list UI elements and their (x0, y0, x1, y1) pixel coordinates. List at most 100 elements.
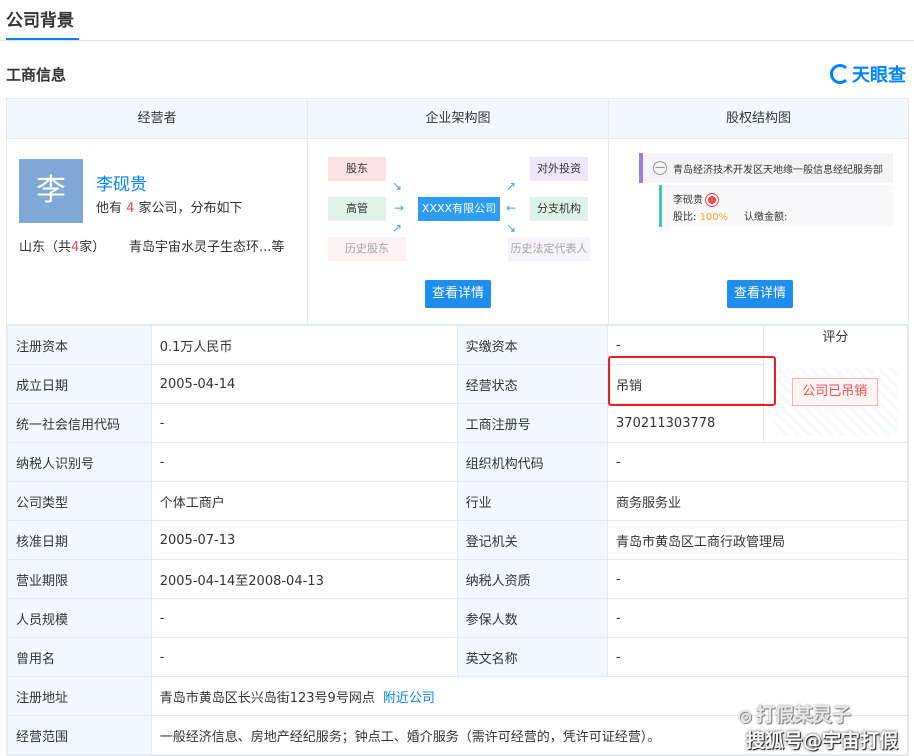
row-label: 参保人数 (456, 598, 609, 638)
avatar[interactable]: 李 (19, 159, 83, 223)
table-row: 营业期限 2005-04-14至2008-04-13 纳税人资质 - (7, 559, 908, 599)
watermark-text1: 打假某灵子 (755, 704, 851, 726)
view-structure-detail-button[interactable]: 查看详情 (425, 280, 491, 308)
business-info-card: 经营者 企业架构图 股权结构图 李 李砚贵 他有 4 家公司，分布如下 山东（共… (6, 98, 909, 756)
row-value: - (150, 637, 458, 677)
arrow-down-right-icon: ↘ (392, 179, 403, 193)
address-value: 青岛市黄岛区长兴岛街123号9号网点 (159, 690, 375, 706)
row-label: 核准日期 (7, 520, 152, 560)
row-label: 营业期限 (7, 559, 152, 599)
equity-amount-label: 认缴金额: (744, 212, 788, 223)
row-value: 370211303778 (607, 403, 764, 443)
row-value: - (607, 559, 908, 599)
row-label: 经营范围 (7, 715, 152, 755)
table-row: 曾用名 - 英文名称 - (7, 637, 908, 677)
equity-panel: — 青岛经济技术开发区天地缘一般信息经纪服务部 李砚贵 股比: 100% 认缴金… (609, 139, 908, 325)
card-header-row: 经营者 企业架构图 股权结构图 (7, 99, 908, 139)
region-prefix: 山东（共 (19, 240, 72, 255)
table-row: 核准日期 2005-07-13 登记机关 青岛市黄岛区工商行政管理局 (7, 520, 908, 560)
row-label: 登记机关 (456, 520, 609, 560)
watermark-line1: ◎ 打假某灵子 (738, 700, 851, 727)
operator-company-link[interactable]: 青岛宇宙水灵子生态环...等 (129, 236, 284, 255)
row-value: - (607, 637, 908, 677)
row-label: 经营状态 (456, 364, 609, 404)
row-value: 2005-04-14 (150, 364, 458, 404)
chip-manager: 高管 (328, 197, 386, 221)
row-value: 商务服务业 (607, 481, 908, 521)
equity-person: 李砚贵 (673, 191, 718, 206)
score-cell: 评分 公司已吊销 (762, 325, 909, 443)
tianyancha-logo: 天眼查 (830, 61, 906, 87)
arrow-up-right-icon: ↗ (392, 221, 403, 235)
ratio-label: 股比: (673, 212, 697, 223)
collapse-icon[interactable]: — (653, 161, 667, 175)
header-operator: 经营者 (7, 99, 308, 139)
row-label: 工商注册号 (456, 403, 609, 443)
tab-divider (0, 40, 914, 41)
row-label: 实缴资本 (456, 325, 609, 365)
row-value: 个体工商户 (150, 481, 458, 521)
arrow-up-right-icon: ↗ (506, 179, 517, 193)
region-suffix: 家） (79, 240, 106, 255)
chip-history-rep: 历史法定代表人 (508, 237, 590, 261)
operator-panel: 李 李砚贵 他有 4 家公司，分布如下 山东（共4家） 青岛宇宙水灵子生态环..… (7, 139, 308, 325)
nearby-companies-link[interactable]: 附近公司 (383, 691, 435, 706)
equity-person-name[interactable]: 李砚贵 (673, 195, 703, 206)
row-value: 2005-07-13 (150, 520, 458, 560)
arrow-left-icon: ← (506, 201, 517, 215)
row-value: - (150, 442, 458, 482)
equity-company-name: 青岛经济技术开发区天地缘一般信息经纪服务部 (673, 165, 883, 176)
score-label: 评分 (822, 330, 849, 345)
panel-row: 李 李砚贵 他有 4 家公司，分布如下 山东（共4家） 青岛宇宙水灵子生态环..… (7, 139, 908, 325)
table-row: 公司类型 个体工商户 行业 商务服务业 (7, 481, 908, 521)
row-label: 统一社会信用代码 (7, 403, 152, 443)
view-equity-detail-button[interactable]: 查看详情 (727, 280, 793, 308)
row-label: 注册资本 (7, 325, 152, 365)
chip-investment: 对外投资 (530, 157, 588, 181)
ratio-value: 100% (699, 212, 729, 223)
arrow-down-right-icon: ↘ (506, 221, 517, 235)
logo-text: 天眼查 (852, 65, 906, 86)
row-value: - (150, 598, 458, 638)
table-row: 纳税人识别号 - 组织机构代码 - (7, 442, 908, 482)
row-label: 纳税人识别号 (7, 442, 152, 482)
revoked-stamp: 公司已吊销 (791, 378, 878, 406)
logo-mark-icon (830, 64, 850, 84)
equity-ratio: 股比: 100% (673, 208, 728, 223)
section-title: 工商信息 (6, 66, 67, 84)
header-equity: 股权结构图 (725, 111, 791, 126)
row-label: 英文名称 (456, 637, 609, 677)
row-label: 注册地址 (7, 676, 152, 716)
row-label: 曾用名 (7, 637, 152, 677)
tab-company-background[interactable]: 公司背景 (6, 6, 74, 31)
table-row: 人员规模 - 参保人数 - (7, 598, 908, 638)
row-label: 人员规模 (7, 598, 152, 638)
row-value: 青岛市黄岛区工商行政管理局 (607, 520, 908, 560)
watermark-line2: 搜狐号@宇宙打假 (746, 730, 899, 752)
row-label: 成立日期 (7, 364, 152, 404)
chip-center-company: XXXX有限公司 (418, 197, 500, 221)
count-prefix: 他有 (96, 201, 127, 216)
row-value: - (607, 598, 908, 638)
status-highlight-box (608, 356, 776, 406)
row-value: 2005-04-14至2008-04-13 (150, 559, 458, 599)
row-value: 0.1万人民币 (150, 325, 458, 365)
operator-name-link[interactable]: 李砚贵 (96, 170, 147, 195)
target-icon (706, 194, 718, 206)
count-suffix: 家公司，分布如下 (134, 201, 243, 216)
row-value: - (607, 442, 908, 482)
operator-company-count: 他有 4 家公司，分布如下 (96, 197, 243, 216)
header-structure: 企业架构图 (308, 99, 609, 139)
chip-shareholder: 股东 (328, 157, 386, 181)
row-value: - (150, 403, 458, 443)
operator-region: 山东（共4家） (19, 236, 105, 255)
row-label: 组织机构代码 (456, 442, 609, 482)
row-label: 纳税人资质 (456, 559, 609, 599)
chip-branch: 分支机构 (530, 197, 588, 221)
row-label: 行业 (456, 481, 609, 521)
row-label: 公司类型 (7, 481, 152, 521)
arrow-right-icon: → (394, 201, 405, 215)
wechat-icon: ◎ (738, 706, 752, 725)
structure-panel: 股东 高管 历史股东 ↘ → ↗ XXXX有限公司 ↗ ← ↘ 对外投资 分支机… (308, 139, 609, 325)
chip-history-shareholder: 历史股东 (328, 237, 406, 261)
